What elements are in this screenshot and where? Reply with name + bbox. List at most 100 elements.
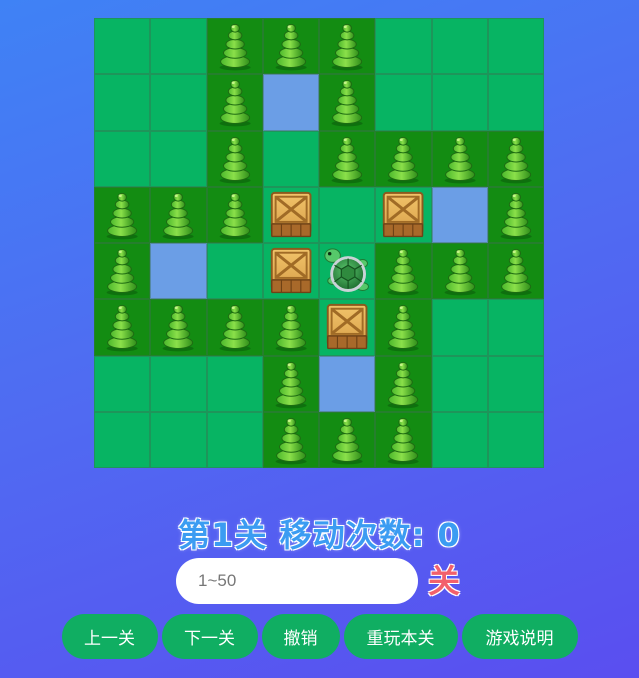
tree-icon [106,305,138,352]
board-cell-grass[interactable] [375,74,432,131]
board-cell-box[interactable] [375,186,432,243]
level-indicator: 第1关 [178,516,268,554]
board-cell-tree[interactable] [431,243,488,300]
board-cell-tree[interactable] [262,18,319,75]
board-cell-tree[interactable] [206,74,263,131]
board-cell-tree[interactable] [375,411,432,468]
moves-label: 移动次数: [279,516,426,554]
board-cell-grass[interactable] [431,411,488,468]
board-cell-grass[interactable] [94,355,151,412]
tree-icon [331,23,363,71]
board-cell-grass[interactable] [150,18,207,75]
board-cell-grass[interactable] [431,355,488,412]
tree-icon [106,248,138,296]
board-cell-tree[interactable] [375,355,432,412]
board-cell-tree[interactable] [206,130,263,187]
board-cell-tree[interactable] [94,243,151,300]
board-cell-tree[interactable] [150,299,207,356]
moves-count: 0 [437,516,461,554]
board-cell-grass[interactable] [150,355,207,412]
board-cell-tree[interactable] [262,299,319,356]
board-cell-box[interactable] [262,243,319,300]
board-cell-grass[interactable] [206,355,263,412]
prev-level-button[interactable]: 上一关 [61,614,158,659]
board-cell-tree[interactable] [487,186,544,243]
board-cell-grass[interactable] [150,74,207,131]
board-cell-tree[interactable] [94,299,151,356]
board-cell-tree[interactable] [431,130,488,187]
board-cell-tree[interactable] [319,74,376,131]
board-cell-tree[interactable] [262,355,319,412]
crate-icon [383,191,424,237]
board-cell-grass[interactable] [206,411,263,468]
board-cell-tree[interactable] [94,186,151,243]
board-cell-target[interactable] [319,355,376,412]
board-cell-grass[interactable] [431,18,488,75]
board-cell-grass[interactable] [150,411,207,468]
tree-icon [275,23,307,71]
board-cell-tree[interactable] [319,18,376,75]
board-cell-tree[interactable] [206,299,263,356]
board-cell-grass[interactable] [431,74,488,131]
board-cell-grass[interactable] [206,243,263,300]
board-cell-target[interactable] [262,74,319,131]
board-cell-grass[interactable] [375,18,432,75]
tree-icon [444,136,476,183]
crate-icon [270,191,312,237]
board-cell-grass[interactable] [487,299,544,356]
board-cell-grass[interactable] [487,411,544,468]
tree-icon [500,248,532,296]
board-cell-grass[interactable] [487,18,544,75]
tree-icon [219,23,251,71]
board-cell-grass[interactable] [94,130,151,187]
tree-icon [387,305,419,352]
tree-icon [331,80,363,127]
board-cell-tree[interactable] [150,186,207,243]
tree-icon [219,305,251,352]
tree-icon [162,305,194,352]
control-buttons: 上一关 下一关 撤销 重玩本关 游戏说明 [0,614,639,659]
turtle-player-icon [324,248,369,292]
board-cell-tree[interactable] [375,299,432,356]
tree-icon [331,136,363,183]
level-input[interactable] [176,558,418,604]
tree-icon [331,417,363,465]
restart-level-button[interactable]: 重玩本关 [343,614,458,659]
board-cell-tree[interactable] [487,130,544,187]
board-cell-box[interactable] [319,299,376,356]
board-cell-grass[interactable] [150,130,207,187]
tree-icon [500,192,532,240]
board-cell-tree[interactable] [262,411,319,468]
board-cell-grass[interactable] [487,355,544,412]
undo-button[interactable]: 撤销 [261,614,340,659]
board-cell-tree[interactable] [206,186,263,243]
game-board[interactable] [94,18,544,468]
tree-icon [219,80,251,127]
board-cell-tree[interactable] [319,130,376,187]
board-cell-grass[interactable] [94,18,151,75]
board-cell-tree[interactable] [319,411,376,468]
board-cell-grass[interactable] [262,130,319,187]
tree-icon [500,136,532,183]
board-cell-grass[interactable] [94,74,151,131]
board-cell-tree[interactable] [375,130,432,187]
board-cell-grass[interactable] [431,299,488,356]
board-cell-tree[interactable] [375,243,432,300]
tree-icon [162,192,194,240]
board-cell-grass[interactable] [94,411,151,468]
board-cell-grass[interactable] [319,186,376,243]
board-cell-player[interactable] [319,243,376,300]
tree-icon [387,136,419,183]
board-cell-target[interactable] [431,186,488,243]
board-cell-box[interactable] [262,186,319,243]
board-cell-grass[interactable] [487,74,544,131]
board-cell-target[interactable] [150,243,207,300]
tree-icon [275,305,307,352]
tree-icon [275,417,307,465]
game-help-button[interactable]: 游戏说明 [461,614,578,659]
crate-icon [270,247,312,294]
go-to-level-button[interactable]: 关 [428,556,460,602]
next-level-button[interactable]: 下一关 [161,614,258,659]
board-cell-tree[interactable] [206,18,263,75]
board-cell-tree[interactable] [487,243,544,300]
